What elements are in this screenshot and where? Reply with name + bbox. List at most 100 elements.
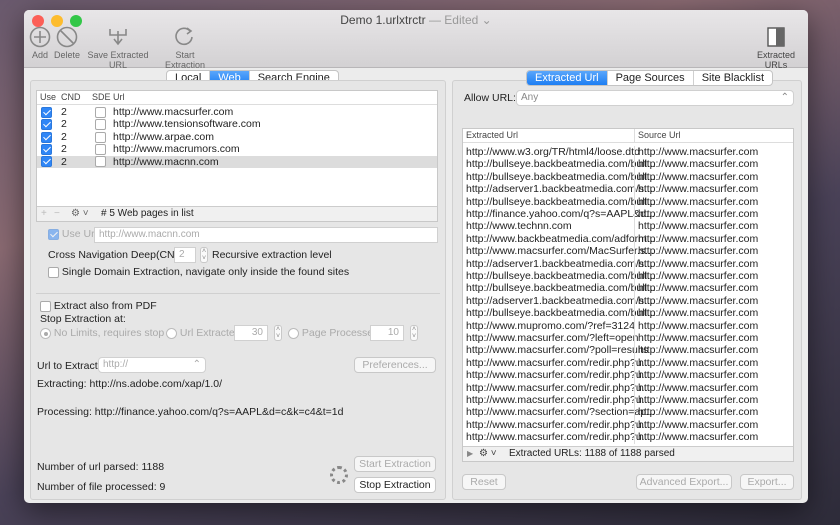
result-row[interactable]: http://bullseye.backbeatmedia.com/bull..…	[463, 270, 793, 283]
url-to-extract-label: Url to Extract:	[37, 360, 101, 372]
stop-extraction-button[interactable]: Stop Extraction	[354, 477, 436, 493]
cnd-value[interactable]: 2	[61, 143, 67, 155]
col-url[interactable]: Url	[113, 91, 125, 104]
result-row[interactable]: http://www.backbeatmedia.com/adform... h…	[463, 232, 793, 246]
tab-page-sources[interactable]: Page Sources	[608, 71, 694, 85]
cnd-value[interactable]: 2	[61, 156, 67, 168]
source-url: http://www.macsurfer.com	[634, 245, 758, 258]
no-limits-label: No Limits, requires stop	[53, 327, 165, 339]
url-extracted-stepper[interactable]: ˄ ˅	[274, 325, 282, 341]
url-row[interactable]: 2 http://www.arpae.com	[37, 131, 437, 143]
use-checkbox[interactable]	[41, 156, 52, 168]
result-row[interactable]: http://bullseye.backbeatmedia.com/bull..…	[463, 195, 793, 208]
source-url: http://www.macsurfer.com	[634, 170, 758, 184]
gear-menu-icon[interactable]: ⚙ ˅	[479, 447, 497, 461]
result-row[interactable]: http://www.macsurfer.com/redir.php?u... …	[463, 356, 793, 370]
col-use[interactable]: Use	[40, 91, 56, 104]
result-row[interactable]: http://www.macsurfer.com/redir.php?u... …	[463, 431, 793, 444]
result-row[interactable]: http://www.macsurfer.com/?poll=results h…	[463, 344, 793, 357]
use-checkbox[interactable]	[41, 143, 52, 155]
result-row[interactable]: http://www.macsurfer.com/redir.php?u... …	[463, 418, 793, 432]
add-row-button[interactable]: +	[41, 207, 47, 221]
use-url-input[interactable]: http://www.macnn.com	[94, 227, 438, 243]
save-extracted-url-button[interactable]: Save Extracted URL	[82, 26, 154, 70]
result-row[interactable]: http://adserver1.backbeatmedia.com/s... …	[463, 294, 793, 308]
source-url: http://www.macsurfer.com	[634, 208, 758, 221]
use-checkbox[interactable]	[41, 119, 52, 131]
source-url: http://www.macsurfer.com	[634, 146, 758, 159]
cnd-value[interactable]: 2	[61, 131, 67, 143]
page-processed-radio[interactable]: Page Processed	[288, 327, 379, 339]
result-row[interactable]: http://www.w3.org/TR/html4/loose.dtd htt…	[463, 146, 793, 159]
page-processed-stepper[interactable]: ˄ ˅	[410, 325, 418, 341]
sde-checkbox[interactable]	[95, 131, 106, 143]
use-url-checkbox[interactable]: Use Url:	[48, 228, 100, 240]
result-row[interactable]: http://bullseye.backbeatmedia.com/bull..…	[463, 170, 793, 184]
result-row[interactable]: http://www.macsurfer.com/?left=open http…	[463, 332, 793, 345]
col-source-url[interactable]: Source Url	[634, 129, 681, 142]
result-row[interactable]: http://www.macsurfer.com/redir.php?u... …	[463, 381, 793, 394]
extracted-url: http://bullseye.backbeatmedia.com/bull..…	[466, 170, 656, 183]
sde-checkbox[interactable]	[95, 143, 106, 155]
result-row[interactable]: http://adserver1.backbeatmedia.com/s... …	[463, 183, 793, 196]
stop-extraction-label: Stop Extraction at:	[40, 313, 126, 325]
result-row[interactable]: http://adserver1.backbeatmedia.com/s... …	[463, 257, 793, 270]
add-button[interactable]: Add	[28, 26, 52, 60]
result-row[interactable]: http://bullseye.backbeatmedia.com/bull..…	[463, 158, 793, 171]
no-limits-radio[interactable]: No Limits, requires stop	[40, 327, 164, 339]
remove-row-button[interactable]: −	[54, 207, 60, 221]
use-checkbox[interactable]	[41, 106, 52, 118]
export-button[interactable]: Export...	[740, 474, 794, 490]
extracted-url: http://bullseye.backbeatmedia.com/bull..…	[466, 307, 656, 320]
delete-button[interactable]: Delete	[54, 26, 80, 60]
result-row[interactable]: http://www.macsurfer.com/redir.php?u... …	[463, 394, 793, 407]
start-extraction-button[interactable]: Start Extraction	[354, 456, 436, 472]
col-extracted-url[interactable]: Extracted Url	[466, 129, 518, 142]
result-row[interactable]: http://bullseye.backbeatmedia.com/bull..…	[463, 307, 793, 320]
cnd-value[interactable]: 2	[61, 106, 67, 118]
tab-extracted-url[interactable]: Extracted Url	[527, 71, 608, 85]
result-row[interactable]: http://www.macsurfer.com/redir.php?u... …	[463, 369, 793, 382]
extracted-url: http://www.macsurfer.com/redir.php?u...	[466, 431, 651, 444]
sde-checkbox[interactable]	[95, 156, 106, 168]
advanced-export-button[interactable]: Advanced Export...	[636, 474, 732, 490]
save-download-icon	[109, 29, 127, 46]
tab-site-blacklist[interactable]: Site Blacklist	[694, 71, 772, 85]
sde-checkbox[interactable]	[95, 119, 106, 131]
result-row[interactable]: http://www.macsurfer.com/MacSurfer.s... …	[463, 245, 793, 258]
preferences-button[interactable]: Preferences...	[354, 357, 436, 373]
result-row[interactable]: http://www.technn.com http://www.macsurf…	[463, 220, 793, 233]
cnd-input[interactable]: 2	[174, 247, 196, 263]
start-extraction-toolbar-button[interactable]: Start Extraction	[156, 26, 214, 70]
sde-checkbox[interactable]	[95, 106, 106, 118]
single-domain-label: Single Domain Extraction, navigate only …	[61, 266, 350, 278]
col-sde[interactable]: SDE	[92, 91, 111, 104]
url-to-extract-select[interactable]: http://⌃	[98, 357, 206, 373]
col-cnd[interactable]: CND	[61, 91, 81, 104]
result-row[interactable]: http://www.macsurfer.com/?section=ap... …	[463, 406, 793, 419]
url-row[interactable]: 2 http://www.macrumors.com	[37, 143, 437, 155]
extracted-urls-toggle[interactable]: Extracted URLs	[746, 26, 806, 70]
reset-button[interactable]: Reset	[462, 474, 506, 490]
use-checkbox[interactable]	[41, 131, 52, 143]
allow-url-select[interactable]: Any ⌃	[516, 90, 794, 106]
url-extracted-radio[interactable]: Url Extracted	[166, 327, 241, 339]
result-row[interactable]: http://finance.yahoo.com/q?s=AAPL&d... h…	[463, 208, 793, 221]
gear-menu-icon[interactable]: ⚙ ˅	[71, 207, 89, 221]
extract-pdf-checkbox[interactable]: Extract also from PDF	[40, 300, 157, 312]
play-icon[interactable]: ▶	[467, 447, 473, 461]
cnd-stepper[interactable]: ˄ ˅	[200, 247, 208, 263]
url-table-footer: + − ⚙ ˅ # 5 Web pages in list	[37, 206, 437, 221]
url-extracted-input[interactable]: 30	[234, 325, 268, 341]
source-url: http://www.macsurfer.com	[634, 418, 758, 432]
single-domain-checkbox[interactable]: Single Domain Extraction, navigate only …	[48, 266, 349, 278]
extracted-urls-count: Extracted URLs: 1188 of 1188 parsed	[509, 448, 675, 459]
recursive-label: Recursive extraction level	[212, 249, 332, 261]
result-row[interactable]: http://www.mupromo.com/?ref=3124 http://…	[463, 319, 793, 332]
url-row[interactable]: 2 http://www.tensionsoftware.com	[37, 118, 437, 130]
page-processed-input[interactable]: 10	[370, 325, 404, 341]
url-row[interactable]: 2 http://www.macsurfer.com	[37, 106, 437, 118]
result-row[interactable]: http://bullseye.backbeatmedia.com/bull..…	[463, 282, 793, 295]
cnd-value[interactable]: 2	[61, 118, 67, 130]
url-row[interactable]: 2 http://www.macnn.com	[37, 155, 437, 168]
